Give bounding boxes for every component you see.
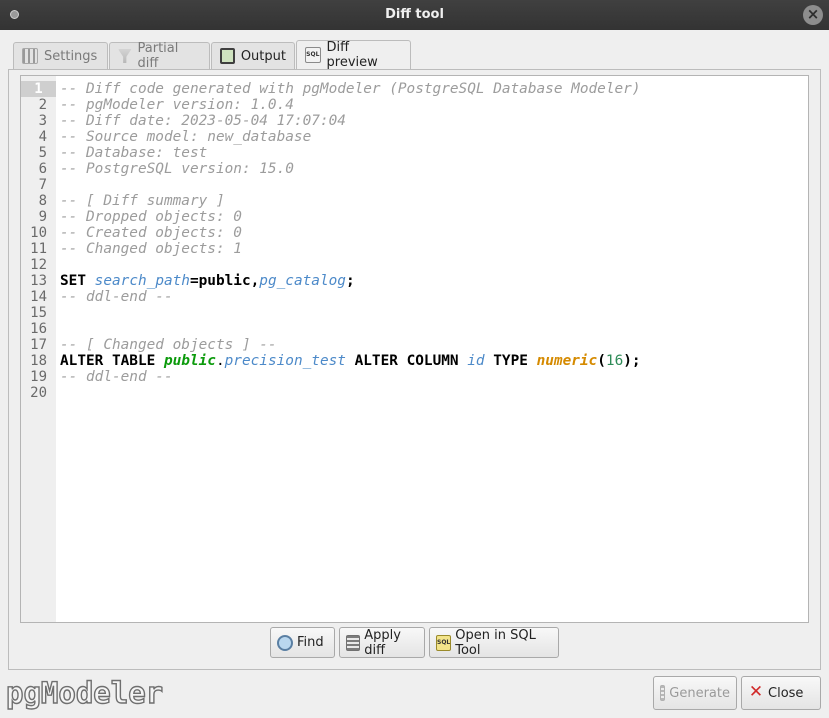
code-line: -- Database: test [60,145,208,161]
generate-button[interactable]: Generate [653,676,737,710]
line-number: 19 [30,369,47,385]
line-number: 12 [30,257,47,273]
line-number: 8 [38,193,47,209]
diff-code-editor[interactable]: 1 2 3 4 5 6 7 8 9 10 11 12 13 14 15 16 17 18 19 20 -- Diff … [20,75,809,623]
tab-settings-label: Settings [44,48,98,64]
line-number: 4 [38,129,47,145]
line-number: 7 [38,177,47,193]
tab-diff-preview-label: Diff preview [326,40,378,70]
code-line: -- [ Diff summary ] [60,193,225,209]
code-line: ALTER TABLE public.precision_test ALTER … [60,353,641,369]
open-in-sql-tool-button-label: Open in SQL Tool [455,627,536,658]
line-number: 13 [30,273,47,289]
find-icon [277,634,293,651]
tab-partial-diff-label: Partial diff [137,41,179,71]
generate-icon [660,685,666,701]
window-close-icon[interactable]: × [803,5,823,25]
code-line: -- Changed objects: 1 [60,241,242,257]
line-number: 1 [21,81,56,97]
close-button[interactable]: ✕ Close [741,676,821,710]
tab-settings[interactable]: Settings [13,42,108,69]
line-number: 15 [30,305,47,321]
apply-diff-button[interactable]: Apply diff [339,627,425,658]
sql-icon: SQL [305,47,321,63]
line-number: 20 [30,385,47,401]
generate-button-label: Generate [669,685,730,701]
code-line: -- PostgreSQL version: 15.0 [60,161,294,177]
line-number: 11 [30,241,47,257]
line-number: 6 [38,161,47,177]
close-button-label: Close [768,685,804,701]
code-line: -- ddl-end -- [60,369,173,385]
code-line: -- [ Changed objects ] -- [60,337,277,353]
code-line: -- Diff code generated with pgModeler (P… [60,81,641,97]
line-number: 17 [30,337,47,353]
line-number: 16 [30,321,47,337]
find-button-label: Find [297,635,324,650]
code-line: -- Diff date: 2023-05-04 17:07:04 [60,113,346,129]
close-icon: ✕ [748,682,764,702]
tab-output[interactable]: Output [211,42,295,69]
line-number: 14 [30,289,47,305]
code-line: -- ddl-end -- [60,289,173,305]
line-number: 3 [38,113,47,129]
window-title: Diff tool [385,7,444,22]
tab-diff-preview[interactable]: SQL Diff preview [296,40,411,70]
window-titlebar[interactable]: Diff tool × [0,0,829,30]
code-line: -- Created objects: 0 [60,225,242,241]
sql-tool-icon: SQL [436,634,452,651]
apply-diff-button-label: Apply diff [364,627,401,658]
code-line: -- pgModeler version: 1.0.4 [60,97,294,113]
line-number: 10 [30,225,47,241]
find-button[interactable]: Find [270,627,335,658]
line-number: 18 [30,353,47,369]
settings-icon [22,48,38,64]
tab-partial-diff[interactable]: Partial diff [109,41,210,71]
code-line: -- Dropped objects: 0 [60,209,242,225]
tab-output-label: Output [240,48,286,64]
code-line: -- Source model: new_database [60,129,312,145]
line-number: 5 [38,145,47,161]
pgmodeler-logo: pgModeler [5,675,164,710]
output-icon [220,48,235,64]
apply-diff-icon [346,634,361,651]
line-number: 9 [38,209,47,225]
filter-icon [118,49,132,63]
line-number: 2 [38,97,47,113]
code-line: SET search_path=public,pg_catalog; [60,273,355,289]
open-in-sql-tool-button[interactable]: SQL Open in SQL Tool [429,627,559,658]
